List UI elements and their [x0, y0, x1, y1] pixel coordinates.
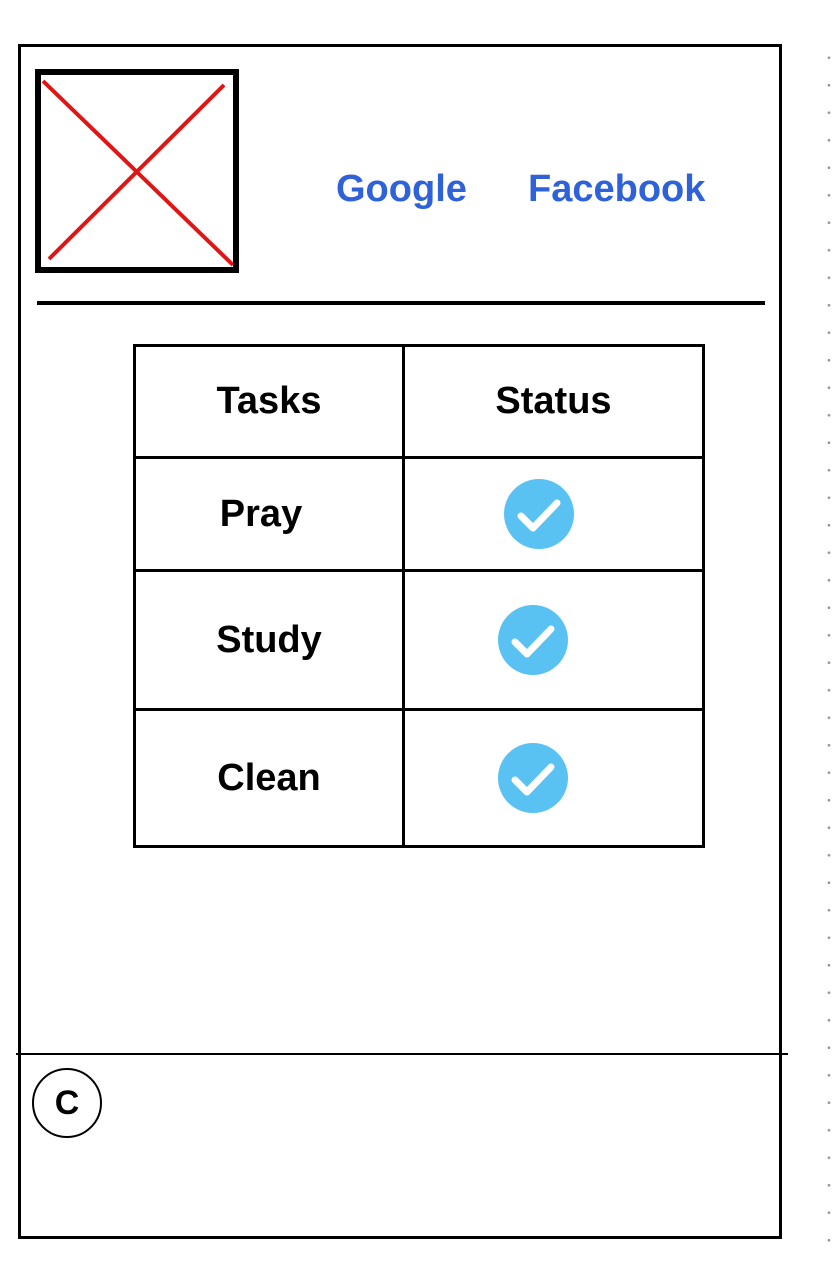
nav-link-google[interactable]: Google	[336, 168, 467, 211]
status-cell[interactable]	[402, 569, 705, 711]
tasks-column-header: Tasks	[133, 344, 405, 459]
table-row: Study	[133, 569, 705, 711]
check-circle-icon[interactable]	[497, 605, 568, 675]
tasks-table: Tasks Status Pray Study Clean	[133, 344, 705, 848]
task-label: Pray	[219, 492, 303, 535]
task-cell-pray: Pray	[133, 456, 405, 572]
status-cell[interactable]	[402, 708, 705, 848]
table-header-row: Tasks Status	[133, 344, 705, 459]
status-cell[interactable]	[402, 456, 705, 572]
check-circle-icon[interactable]	[503, 479, 574, 549]
footer-divider	[16, 1053, 788, 1055]
task-label: Study	[216, 618, 322, 661]
table-row: Clean	[133, 708, 705, 848]
edge-dot-guide	[826, 44, 832, 1244]
task-cell-clean: Clean	[133, 708, 405, 848]
task-cell-study: Study	[133, 569, 405, 711]
check-circle-icon[interactable]	[497, 743, 568, 813]
table-row: Pray	[133, 456, 705, 572]
logo-image-placeholder	[35, 69, 239, 273]
status-column-header: Status	[402, 344, 705, 459]
header-divider	[37, 301, 765, 305]
copyright-icon: C	[32, 1068, 102, 1138]
task-label: Clean	[217, 756, 321, 799]
copyright-label: C	[54, 1083, 80, 1122]
image-placeholder-icon	[41, 79, 233, 267]
nav-link-facebook[interactable]: Facebook	[528, 168, 705, 211]
